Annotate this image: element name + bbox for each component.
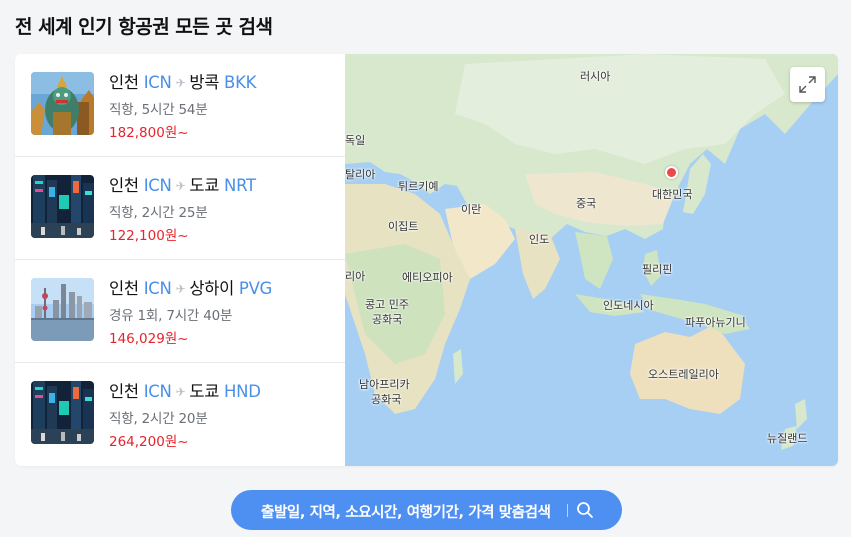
shanghai-thumbnail	[31, 278, 94, 341]
expand-icon	[799, 76, 816, 93]
price: 264,200원~	[109, 434, 189, 450]
flight-info: 직항, 2시간 20분	[109, 411, 208, 427]
flight-info: 직항, 5시간 54분	[109, 102, 208, 118]
map-label-italy: 탈리아	[345, 168, 376, 181]
price: 182,800원~	[109, 125, 189, 141]
map-label-australia: 오스트레일리아	[648, 368, 719, 381]
map-label-indonesia: 인도네시아	[603, 299, 654, 312]
section-heading: 전 세계 인기 항공권 모든 곳 검색	[15, 16, 273, 38]
plane-icon: ✈	[175, 282, 186, 296]
map-label-egypt: 이집트	[388, 220, 419, 233]
map-label-philippines: 필리핀	[642, 263, 673, 276]
search-icon	[577, 502, 593, 518]
flight-info: 직항, 2시간 25분	[109, 205, 208, 221]
search-button-label: 출발일, 지역, 소요시간, 여행기간, 가격 맞춤검색	[261, 505, 551, 521]
map-land	[345, 54, 838, 450]
map-label-iran: 이란	[461, 203, 482, 216]
map-label-china: 중국	[576, 197, 597, 210]
routes-card: 인천 ICN ✈ 방콕 BKK 직항, 5시간 54분 182,800원~ 인천…	[15, 54, 838, 466]
map-label-somalia: 리아	[345, 270, 366, 283]
route-title: 인천 ICN ✈ 도쿄 NRT	[109, 176, 256, 195]
map-label-new-zealand: 뉴질랜드	[767, 432, 808, 445]
map-expand-button[interactable]	[790, 67, 825, 102]
map-label-png: 파푸아뉴기니	[685, 316, 746, 329]
route-title: 인천 ICN ✈ 상하이 PVG	[109, 279, 273, 298]
custom-search-button[interactable]: 출발일, 지역, 소요시간, 여행기간, 가격 맞춤검색	[231, 490, 622, 530]
route-list: 인천 ICN ✈ 방콕 BKK 직항, 5시간 54분 182,800원~ 인천…	[15, 54, 345, 466]
map-label-south-africa-2: 공화국	[371, 393, 402, 406]
bangkok-thumbnail	[31, 72, 94, 135]
map-label-congo-1: 콩고 민주	[365, 298, 409, 311]
tokyo-thumbnail	[31, 175, 94, 238]
price: 122,100원~	[109, 228, 189, 244]
price: 146,029원~	[109, 331, 189, 347]
plane-icon: ✈	[175, 385, 186, 399]
map-label-congo-2: 공화국	[372, 313, 403, 326]
route-title: 인천 ICN ✈ 도쿄 HND	[109, 382, 261, 401]
map-label-turkey: 튀르키예	[398, 180, 439, 193]
map-label-india: 인도	[529, 233, 550, 246]
route-title: 인천 ICN ✈ 방콕 BKK	[109, 73, 257, 92]
plane-icon: ✈	[175, 76, 186, 90]
map-label-germany: 독일	[345, 134, 366, 147]
route-item-bkk[interactable]: 인천 ICN ✈ 방콕 BKK 직항, 5시간 54분 182,800원~	[15, 54, 345, 157]
plane-icon: ✈	[175, 179, 186, 193]
map-label-korea: 대한민국	[652, 188, 693, 201]
map-label-south-africa-1: 남아프리카	[359, 378, 410, 391]
map-label-russia: 러시아	[580, 70, 611, 83]
flight-info: 경유 1회, 7시간 40분	[109, 308, 233, 324]
map-label-ethiopia: 에티오피아	[402, 271, 453, 284]
tokyo-thumbnail	[31, 381, 94, 444]
korea-location-pin	[665, 166, 678, 179]
route-item-nrt[interactable]: 인천 ICN ✈ 도쿄 NRT 직항, 2시간 25분 122,100원~	[15, 157, 345, 260]
divider	[567, 504, 568, 517]
world-map[interactable]: 러시아 독일 탈리아 튀르키예 대한민국 이란 중국 이집트 인도 에티오피아 …	[345, 54, 838, 466]
route-item-pvg[interactable]: 인천 ICN ✈ 상하이 PVG 경유 1회, 7시간 40분 146,029원~	[15, 260, 345, 363]
route-item-hnd[interactable]: 인천 ICN ✈ 도쿄 HND 직항, 2시간 20분 264,200원~	[15, 363, 345, 466]
